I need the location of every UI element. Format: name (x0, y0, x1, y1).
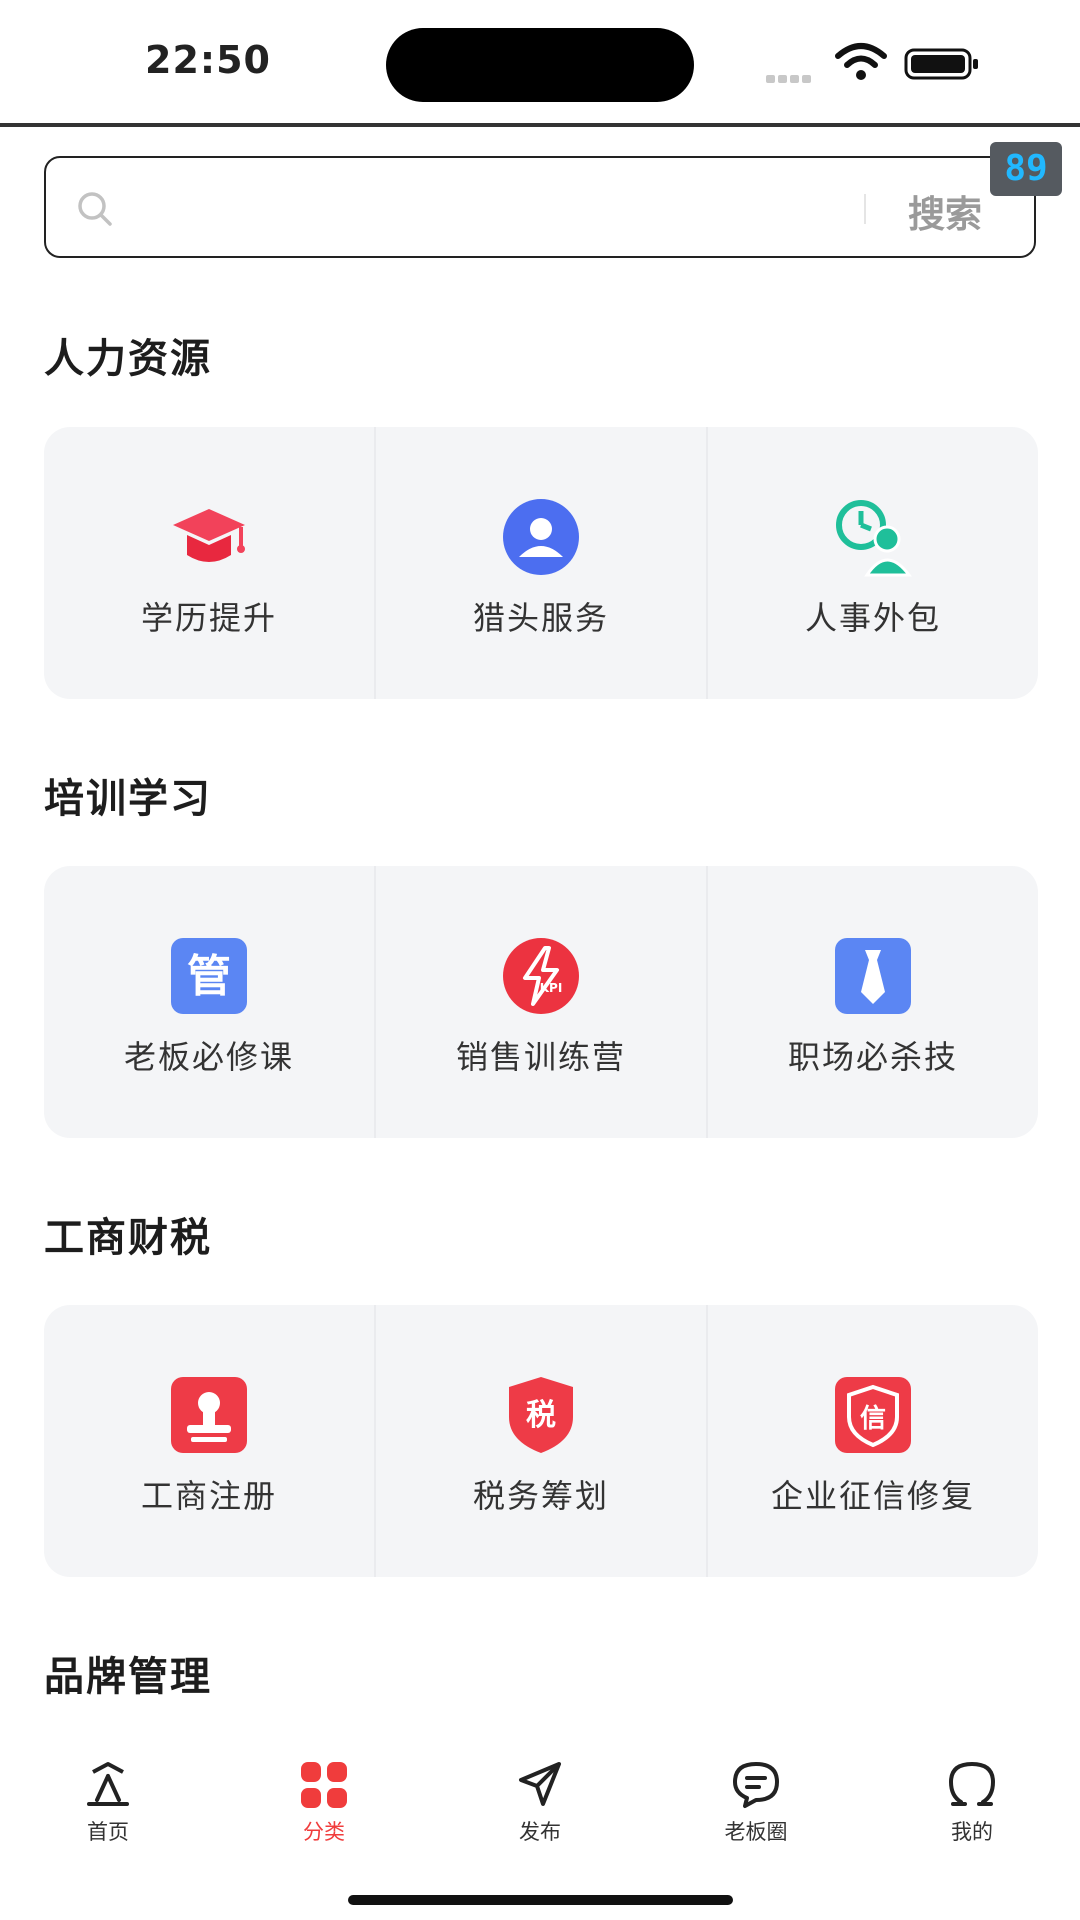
category-label: 老板必修课 (123, 1038, 294, 1076)
category-label: 人事外包 (804, 599, 941, 637)
kpi-icon-text: KPI (540, 981, 563, 995)
category-card-hr: 学历提升 猎头服务 人事外包 (44, 427, 1038, 699)
tab-label: 我的 (951, 1820, 993, 1844)
credit-icon-text: 信 (860, 1404, 886, 1434)
status-time: 22:50 (145, 38, 271, 82)
home-icon (87, 1762, 129, 1806)
tab-mine[interactable]: 我的 (897, 1760, 1047, 1846)
graduation-cap-icon (173, 509, 245, 562)
category-label: 工商注册 (140, 1477, 277, 1515)
status-bar: 22:50 (0, 0, 1080, 125)
section-title-training: 培训学习 (44, 776, 212, 822)
section-title-finance: 工商财税 (44, 1215, 212, 1261)
category-label: 企业征信修复 (770, 1477, 975, 1515)
search-bar: 搜索 (44, 156, 1036, 258)
category-label: 职场必杀技 (787, 1038, 958, 1076)
category-item[interactable]: 猎头服务 (374, 427, 706, 699)
tab-publish[interactable]: 发布 (465, 1760, 615, 1846)
tab-category[interactable]: 分类 (249, 1760, 399, 1846)
category-label: 学历提升 (140, 599, 277, 637)
wifi-icon (835, 43, 887, 80)
category-label: 税务筹划 (472, 1477, 609, 1515)
manage-icon: 管 (171, 938, 247, 1014)
manage-icon-text: 管 (187, 951, 231, 1002)
header-divider (0, 123, 1080, 127)
section-title-brand: 品牌管理 (44, 1654, 212, 1700)
tab-home[interactable]: 首页 (33, 1760, 183, 1846)
category-card-training: 管 老板必修课 KPI 销售训练营 职场必杀技 (44, 866, 1038, 1138)
category-item[interactable]: 学历提升 (44, 427, 374, 699)
category-item[interactable]: 管 老板必修课 (44, 866, 374, 1138)
tax-icon-text: 税 (526, 1398, 556, 1433)
battery-icon (904, 48, 978, 80)
category-card-finance: 工商注册 税 税务筹划 信 企业征信修复 (44, 1305, 1038, 1577)
bottom-tab-bar: 首页 分类 发布 老板圈 我的 (0, 1730, 1080, 1920)
category-item[interactable]: KPI 销售训练营 (374, 866, 706, 1138)
tab-label: 发布 (519, 1820, 561, 1844)
search-input[interactable] (136, 180, 880, 238)
section-title-hr: 人力资源 (44, 336, 212, 382)
category-icon (301, 1762, 347, 1808)
tax-shield-icon: 税 (509, 1377, 573, 1453)
category-item[interactable]: 职场必杀技 (706, 866, 1038, 1138)
tab-boss-circle[interactable]: 老板圈 (681, 1760, 831, 1846)
category-item[interactable]: 信 企业征信修复 (706, 1305, 1038, 1577)
send-icon (519, 1762, 561, 1806)
profile-icon (948, 1761, 996, 1806)
home-indicator (348, 1895, 733, 1905)
chat-icon (733, 1762, 779, 1808)
dynamic-island (386, 28, 694, 102)
category-item[interactable]: 税 税务筹划 (374, 1305, 706, 1577)
tab-label: 首页 (87, 1820, 129, 1844)
stamp-icon (171, 1377, 247, 1453)
cellular-signal-icon (766, 68, 820, 83)
search-button[interactable]: 搜索 (908, 184, 982, 238)
person-icon (503, 499, 579, 575)
search-divider (864, 194, 866, 224)
tab-label: 老板圈 (724, 1820, 788, 1844)
category-item[interactable]: 工商注册 (44, 1305, 374, 1577)
category-label: 销售训练营 (455, 1038, 626, 1076)
clock-person-icon (836, 500, 912, 577)
kpi-bolt-icon: KPI (503, 938, 579, 1014)
credit-shield-icon: 信 (835, 1377, 911, 1453)
debug-badge: 89 (990, 142, 1062, 196)
tab-label: 分类 (303, 1820, 345, 1844)
tie-icon (835, 938, 911, 1014)
search-icon (78, 192, 112, 226)
category-label: 猎头服务 (472, 599, 609, 637)
category-item[interactable]: 人事外包 (706, 427, 1038, 699)
